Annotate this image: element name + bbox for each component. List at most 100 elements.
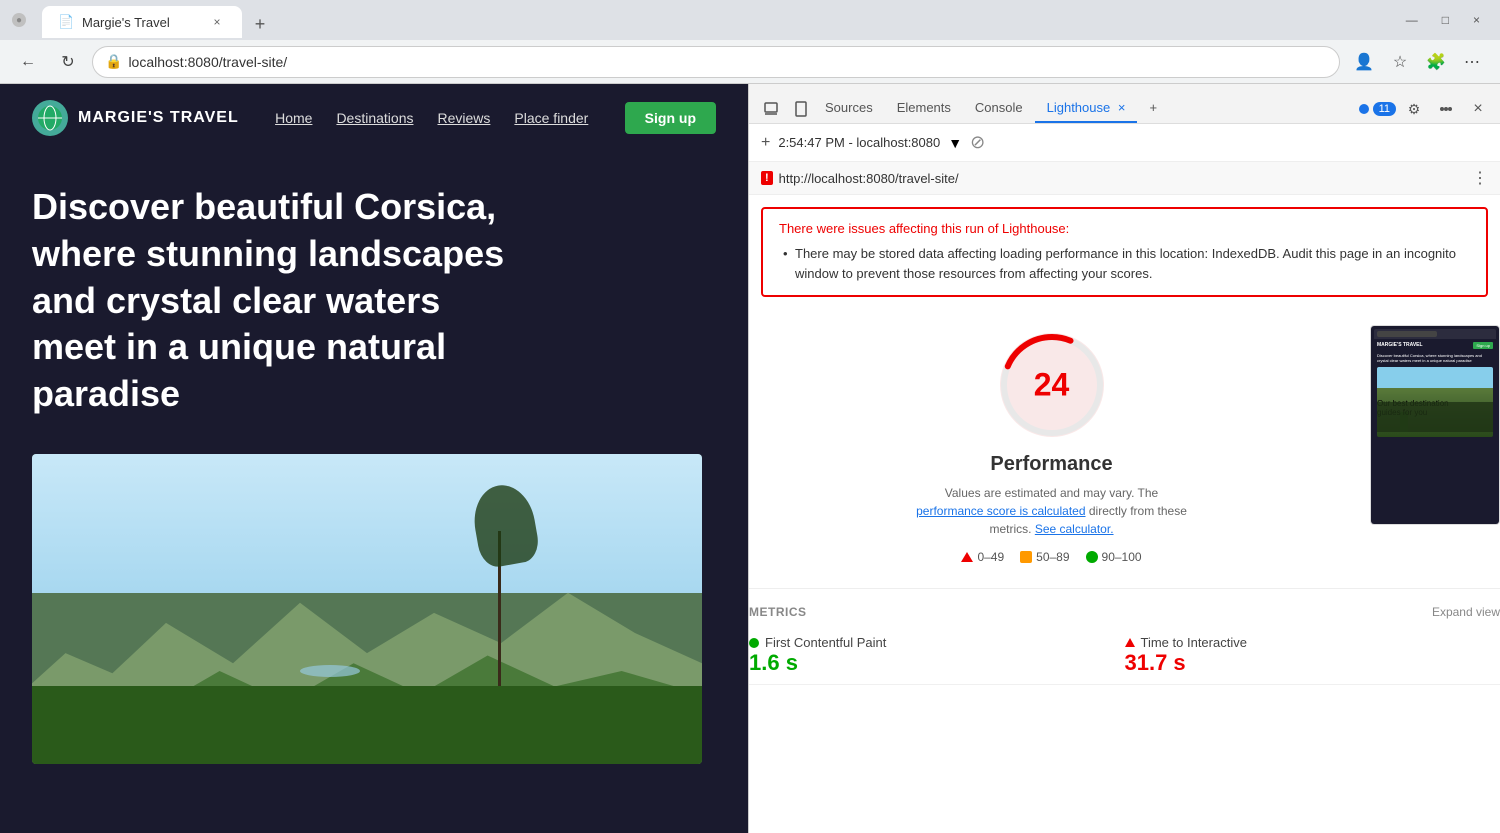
tab-console[interactable]: Console — [963, 94, 1035, 123]
nav-place-finder[interactable]: Place finder — [514, 110, 588, 126]
tab-close-btn[interactable]: × — [208, 13, 226, 31]
lh-perf-label: Performance — [990, 453, 1112, 476]
new-tab-btn[interactable]: + — [246, 10, 274, 38]
legend-orange: 50–89 — [1020, 550, 1069, 564]
nav-home[interactable]: Home — [275, 110, 312, 126]
legend-orange-icon — [1020, 551, 1032, 563]
legend-green: 90–100 — [1086, 550, 1142, 564]
legend-red-label: 0–49 — [977, 550, 1004, 564]
close-lighthouse-tab[interactable]: × — [1118, 100, 1126, 115]
lh-warning-icon: ! — [761, 171, 773, 185]
devtools-device-btn[interactable] — [785, 95, 813, 123]
lh-metrics-header: METRICS Expand view — [749, 597, 1500, 627]
lh-legend: 0–49 50–89 90–100 — [961, 550, 1141, 564]
lh-screenshot: MARGIE'S TRAVEL Sign up Discover beautif… — [1370, 325, 1500, 525]
badge-container: 11 — [1359, 102, 1396, 116]
legend-orange-label: 50–89 — [1036, 550, 1069, 564]
issues-badge[interactable]: 11 — [1373, 102, 1396, 116]
nav-reviews[interactable]: Reviews — [437, 110, 490, 126]
metric-tti: Time to Interactive 31.7 s — [1125, 627, 1500, 685]
lh-gauge-area: 24 Performance Values are estimated and … — [749, 325, 1354, 564]
devtools-inspect-btn[interactable] — [757, 95, 785, 123]
devtools-tab-bar: Sources Elements Console Lighthouse × + … — [749, 84, 1500, 124]
site-headline: Discover beautiful Corsica, where stunni… — [32, 184, 532, 418]
devtools-close-btn[interactable]: × — [1464, 95, 1492, 123]
metric-tti-dot — [1125, 638, 1135, 647]
browser-window: ● 📄 Margie's Travel × + — □ × ← ↻ 🔒 loca… — [0, 0, 1500, 833]
lh-calculator-link[interactable]: See calculator. — [1035, 522, 1114, 536]
close-btn[interactable]: × — [1465, 9, 1488, 31]
lh-score-link[interactable]: performance score is calculated — [916, 504, 1085, 518]
lh-gauge: 24 — [992, 325, 1112, 445]
metric-fcp-name: First Contentful Paint — [749, 635, 1125, 650]
address-text: localhost:8080/travel-site/ — [128, 54, 1327, 70]
lh-perf-desc: Values are estimated and may vary. The p… — [912, 484, 1192, 538]
tab-sources[interactable]: Sources — [813, 94, 885, 123]
site-logo: MARGIE'S TRAVEL — [32, 100, 239, 136]
lh-divider — [749, 588, 1500, 589]
metric-tti-value: 31.7 s — [1125, 650, 1500, 676]
tab-add[interactable]: + — [1137, 94, 1169, 123]
lh-error-body: There may be stored data affecting loadi… — [779, 244, 1470, 283]
metric-fcp-dot — [749, 638, 759, 648]
address-bar[interactable]: 🔒 localhost:8080/travel-site/ — [92, 46, 1340, 78]
menu-btn[interactable]: ⋯ — [1456, 46, 1488, 78]
metric-fcp: First Contentful Paint 1.6 s — [749, 627, 1125, 685]
lh-dropdown-btn[interactable]: ▼ — [948, 135, 962, 151]
browser-tab[interactable]: 📄 Margie's Travel × — [42, 6, 242, 38]
site-header: MARGIE'S TRAVEL Home Destinations Review… — [0, 84, 748, 152]
lh-clear-btn[interactable]: ⊘ — [970, 132, 985, 153]
lh-add-btn[interactable]: + — [761, 134, 770, 152]
badge-dot — [1359, 104, 1369, 114]
lh-toolbar: + 2:54:47 PM - localhost:8080 ▼ ⊘ — [749, 124, 1500, 162]
metric-tti-name: Time to Interactive — [1125, 635, 1500, 650]
title-bar: ● 📄 Margie's Travel × + — □ × — [0, 0, 1500, 40]
lh-error-banner: There were issues affecting this run of … — [761, 207, 1488, 297]
tab-elements[interactable]: Elements — [885, 94, 963, 123]
legend-green-icon — [1086, 551, 1098, 563]
tab-favicon: 📄 — [58, 14, 74, 30]
profile-btn[interactable]: 👤 — [1348, 46, 1380, 78]
lh-metrics-grid: First Contentful Paint 1.6 s Time to Int… — [749, 627, 1500, 685]
site-hero: Discover beautiful Corsica, where stunni… — [0, 152, 748, 434]
lh-scroll-area[interactable]: There were issues affecting this run of … — [749, 195, 1500, 833]
main-area: MARGIE'S TRAVEL Home Destinations Review… — [0, 84, 1500, 833]
dock-btn[interactable] — [1432, 95, 1460, 123]
site-logo-text: MARGIE'S TRAVEL — [78, 109, 239, 127]
devtools-right-icons: 11 ⚙ × — [1359, 95, 1492, 123]
back-btn[interactable]: ← — [12, 46, 44, 78]
lh-score-section: 24 Performance Values are estimated and … — [749, 309, 1500, 580]
lh-expand-btn[interactable]: Expand view — [1432, 605, 1500, 619]
nav-bar: ← ↻ 🔒 localhost:8080/travel-site/ 👤 ☆ 🧩 … — [0, 40, 1500, 84]
nav-destinations[interactable]: Destinations — [336, 110, 413, 126]
tab-lighthouse[interactable]: Lighthouse × — [1035, 94, 1138, 123]
lh-url-bar: ! http://localhost:8080/travel-site/ ⋮ — [749, 162, 1500, 195]
maximize-btn[interactable]: □ — [1434, 9, 1457, 31]
tab-title-text: Margie's Travel — [82, 15, 200, 30]
lh-url-warning: ! http://localhost:8080/travel-site/ — [761, 171, 959, 186]
lh-score-number: 24 — [1034, 367, 1070, 404]
lh-error-title: There were issues affecting this run of … — [779, 221, 1470, 236]
legend-red: 0–49 — [961, 550, 1004, 564]
metric-fcp-value: 1.6 s — [749, 650, 1125, 676]
minimize-btn[interactable]: — — [1398, 9, 1426, 31]
nav-actions: 👤 ☆ 🧩 ⋯ — [1348, 46, 1488, 78]
favorites-btn[interactable]: ☆ — [1384, 46, 1416, 78]
lh-more-btn[interactable]: ⋮ — [1472, 168, 1488, 188]
legend-red-icon — [961, 552, 973, 562]
tab-bar: 📄 Margie's Travel × + — [34, 2, 1390, 38]
legend-green-label: 90–100 — [1102, 550, 1142, 564]
devtools-panel: Sources Elements Console Lighthouse × + … — [748, 84, 1500, 833]
lh-metrics-label: METRICS — [749, 605, 807, 619]
site-logo-icon — [32, 100, 68, 136]
settings-btn[interactable]: ⚙ — [1400, 95, 1428, 123]
reload-btn[interactable]: ↻ — [52, 46, 84, 78]
window-buttons: — □ × — [1398, 9, 1488, 31]
lock-icon: 🔒 — [105, 53, 122, 70]
lh-timestamp: 2:54:47 PM - localhost:8080 — [778, 135, 940, 150]
window-controls: ● — [12, 13, 26, 27]
window-close-btn[interactable]: ● — [12, 13, 26, 27]
extensions-btn[interactable]: 🧩 — [1420, 46, 1452, 78]
lh-url-text: http://localhost:8080/travel-site/ — [779, 171, 959, 186]
signup-button[interactable]: Sign up — [625, 102, 716, 134]
